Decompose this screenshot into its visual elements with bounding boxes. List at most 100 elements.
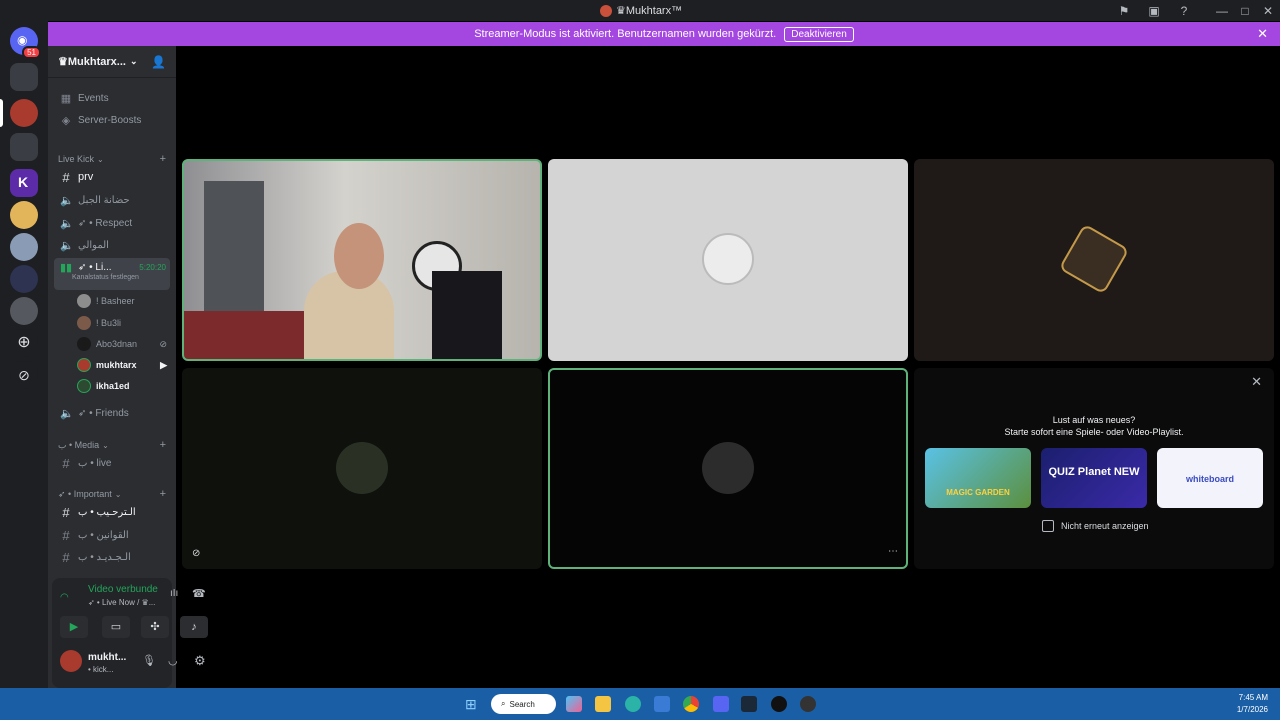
voice-active-icon: ▮▮ — [60, 262, 73, 274]
close-promo-icon[interactable]: ✕ — [1251, 374, 1262, 390]
server-folder-icon-2[interactable] — [10, 133, 38, 161]
channel-label: prv — [78, 171, 94, 183]
banner-close-icon[interactable]: ✕ — [1257, 26, 1268, 42]
voice-user[interactable]: mukhtarx ▶ — [77, 356, 167, 374]
voice-user[interactable]: ikha1ed — [77, 377, 167, 395]
set-channel-status[interactable]: Kanalstatus festlegen — [72, 274, 139, 281]
close-window-icon[interactable]: ✕ — [1260, 3, 1276, 19]
video-tile-webcam[interactable] — [182, 159, 542, 361]
activity-card-quiz-planet[interactable]: QUIZ Planet NEW — [1041, 448, 1147, 508]
screen-share-button[interactable]: ▭ — [102, 616, 130, 638]
server-anime-icon[interactable] — [10, 201, 38, 229]
channel-prv[interactable]: # prv — [54, 167, 170, 187]
checkbox[interactable] — [1042, 520, 1054, 532]
mail-icon[interactable] — [654, 696, 670, 712]
card-label: MAGIC GARDEN — [946, 488, 1010, 497]
server-group-icon[interactable] — [10, 233, 38, 261]
promo-title: Lust auf was neues? — [1052, 415, 1136, 425]
clock[interactable]: 7:45 AM 1/7/2026 — [1237, 692, 1268, 716]
server-folder-icon[interactable] — [10, 63, 38, 91]
muted-icon: ⊘ — [159, 338, 167, 349]
soundboard-button[interactable]: ♪ — [180, 616, 208, 638]
avatar — [702, 442, 754, 494]
discover-icon[interactable]: ⊘ — [10, 361, 38, 389]
settings-gear-icon[interactable]: ⚙ — [194, 653, 206, 669]
file-explorer-icon[interactable] — [595, 696, 611, 712]
taskbar-search[interactable]: ⌕ Search — [491, 694, 556, 714]
help-icon[interactable]: ? — [1176, 3, 1192, 19]
channel-voice-3[interactable]: 🔈 الموالي — [54, 235, 170, 255]
add-channel-icon[interactable]: + — [160, 153, 166, 165]
activity-card-whiteboard[interactable]: whiteboard — [1157, 448, 1263, 508]
deactivate-button[interactable]: Deaktivieren — [784, 26, 854, 42]
video-tile-user-4[interactable]: ⊘ — [182, 368, 542, 569]
more-options-icon[interactable]: ⋯ — [888, 546, 898, 557]
maximize-icon[interactable]: □ — [1237, 3, 1253, 19]
screen-icon[interactable]: ▣ — [1146, 3, 1162, 19]
channel-friends[interactable]: 🔈 ➶ • Friends — [54, 403, 170, 423]
voice-user-name: mukhtarx — [96, 360, 137, 370]
dont-show-again[interactable]: Nicht erneut anzeigen — [1042, 520, 1149, 532]
video-tile-user-5[interactable]: ⋯ — [548, 368, 908, 569]
voice-status[interactable]: Video verbunde — [88, 584, 158, 595]
chrome-icon[interactable] — [683, 696, 699, 712]
events-link[interactable]: ▦ Events — [54, 88, 170, 108]
user-name[interactable]: mukht... — [88, 652, 126, 663]
discord-home-icon[interactable]: ◉ 51 — [10, 27, 41, 59]
add-server-icon[interactable]: ⊕ — [10, 329, 38, 357]
microphone-icon[interactable]: 🎙 — [142, 654, 156, 667]
channel-label: الـجـديـد • ب — [78, 551, 131, 563]
streamer-mode-banner: Streamer-Modus ist aktiviert. Benutzerna… — [48, 22, 1280, 46]
steam-icon[interactable] — [741, 696, 757, 712]
channel-label: ➶ • Friends — [78, 407, 129, 419]
server-dark-icon[interactable] — [10, 265, 38, 293]
channel-welcome[interactable]: # الـترحـيب • ب — [54, 502, 170, 522]
voice-user[interactable]: Abo3dnan ⊘ — [77, 335, 167, 353]
channel-new[interactable]: # الـجـديـد • ب — [54, 547, 170, 567]
channel-voice-1[interactable]: 🔈 حضانة الجبل — [54, 190, 170, 210]
server-boosts-link[interactable]: ◈ Server-Boosts — [54, 110, 170, 130]
minimize-icon[interactable]: — — [1214, 3, 1230, 19]
server-kick-icon[interactable]: K — [10, 169, 38, 197]
copilot-icon[interactable] — [566, 696, 582, 712]
voice-user[interactable]: ! Basheer — [77, 292, 167, 310]
noise-suppression-icon[interactable]: ıIı — [170, 588, 178, 599]
activities-button[interactable]: ✣ — [141, 616, 169, 638]
add-channel-icon[interactable]: + — [160, 488, 166, 500]
search-icon: ⌕ — [501, 699, 506, 708]
app-red-icon[interactable] — [800, 696, 816, 712]
avatar[interactable] — [60, 650, 82, 672]
text-channel-icon: # — [62, 549, 70, 565]
video-tile-user-3[interactable] — [914, 159, 1274, 361]
channel-live-active[interactable]: ▮▮ ➶ • Li... 5:20:20 Kanalstatus festleg… — [54, 258, 170, 290]
voice-user-name: ! Bu3li — [96, 318, 122, 328]
start-icon[interactable]: ⊞ — [465, 696, 481, 712]
category-label: Live Kick — [58, 154, 95, 164]
channel-media-live[interactable]: # ب • live — [54, 453, 170, 473]
headphones-icon[interactable]: ◡ — [168, 654, 178, 667]
voice-user[interactable]: ! Bu3li — [77, 314, 167, 332]
server-header[interactable]: ♛Mukhtarx... ⌄ 👤 — [48, 46, 176, 78]
server-mukhtarx-icon[interactable] — [10, 99, 38, 127]
disconnect-icon[interactable]: ☎ — [192, 587, 206, 600]
app-g-icon[interactable] — [771, 696, 787, 712]
muted-icon: ⊘ — [192, 548, 201, 559]
category-live-kick[interactable]: Live Kick ⌄ + — [58, 153, 166, 165]
channel-label: ➶ • Li... — [78, 262, 112, 273]
category-important[interactable]: ➶ • Important ⌄ + — [58, 488, 166, 500]
channel-rules[interactable]: # القوانين • ب — [54, 525, 170, 545]
category-media[interactable]: ب • Media ⌄ + — [58, 439, 166, 451]
server-bw-icon[interactable] — [10, 297, 38, 325]
text-channel-icon: # — [62, 455, 70, 471]
channel-respect[interactable]: 🔈 ➶ • Respect — [54, 213, 170, 233]
activity-card-magic-garden[interactable]: MAGIC GARDEN — [925, 448, 1031, 508]
voice-channel-name[interactable]: ➶ • Live Now / ♛... — [88, 598, 155, 607]
edge-icon[interactable] — [625, 696, 641, 712]
camera-button[interactable]: ▶ — [60, 616, 88, 638]
inbox-icon[interactable]: ⚑ — [1116, 3, 1132, 19]
video-tile-user-2[interactable] — [548, 159, 908, 361]
chevron-down-icon: ⌄ — [102, 440, 109, 450]
invite-icon[interactable]: 👤 — [151, 55, 166, 69]
discord-taskbar-icon[interactable] — [713, 696, 729, 712]
add-channel-icon[interactable]: + — [160, 439, 166, 451]
